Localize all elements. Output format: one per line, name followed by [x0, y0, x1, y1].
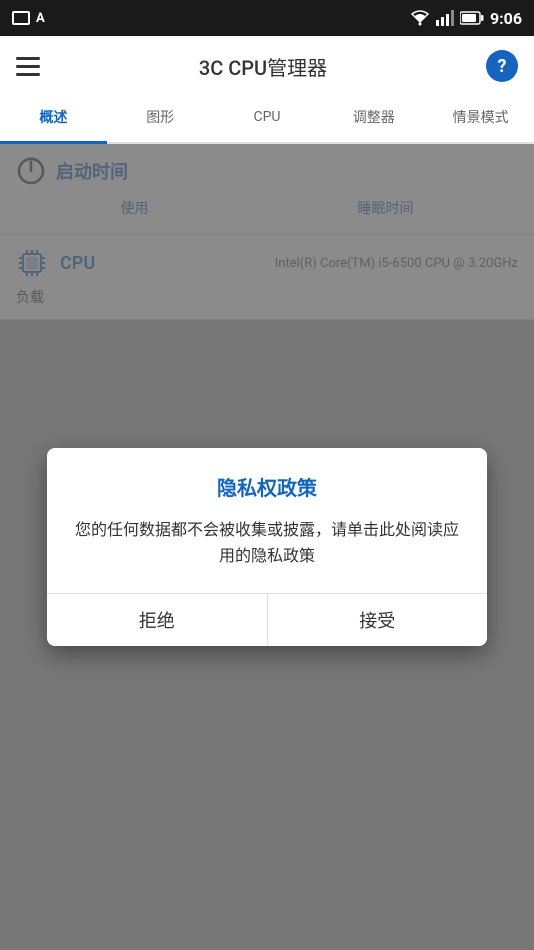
tab-adjuster[interactable]: 调整器 — [320, 94, 427, 142]
tab-scene[interactable]: 情景模式 — [427, 94, 534, 142]
dialog-body: 您的任何数据都不会被收集或披露，请单击此处阅读应用的隐私政策 — [67, 517, 467, 568]
top-bar: 3C CPU管理器 ? — [0, 36, 534, 96]
dialog-overlay: 隐私权政策 您的任何数据都不会被收集或披露，请单击此处阅读应用的隐私政策 拒绝 … — [0, 144, 534, 950]
window-icon — [12, 11, 30, 25]
status-bar-right: 9:06 — [410, 9, 522, 28]
battery-icon — [460, 11, 484, 25]
keyboard-icon: A — [36, 11, 45, 26]
signal-icon — [436, 10, 454, 26]
status-bar-left: A — [12, 11, 45, 26]
dialog-buttons: 拒绝 接受 — [47, 593, 487, 646]
tab-bar: 概述 图形 CPU 调整器 情景模式 — [0, 96, 534, 144]
dialog-title: 隐私权政策 — [67, 472, 467, 501]
accept-button[interactable]: 接受 — [268, 594, 488, 646]
app-title: 3C CPU管理器 — [199, 52, 327, 81]
tab-cpu[interactable]: CPU — [214, 94, 321, 142]
help-button[interactable]: ? — [486, 50, 518, 82]
menu-button[interactable] — [16, 57, 40, 76]
wifi-icon — [410, 10, 430, 26]
tab-graph[interactable]: 图形 — [107, 94, 214, 142]
time-display: 9:06 — [490, 9, 522, 28]
reject-button[interactable]: 拒绝 — [47, 594, 268, 646]
status-bar: A 9:06 — [0, 0, 534, 36]
tab-overview[interactable]: 概述 — [0, 94, 107, 142]
privacy-dialog: 隐私权政策 您的任何数据都不会被收集或披露，请单击此处阅读应用的隐私政策 拒绝 … — [47, 448, 487, 645]
main-content: 启动时间 使用 睡眠时间 — [0, 144, 534, 950]
